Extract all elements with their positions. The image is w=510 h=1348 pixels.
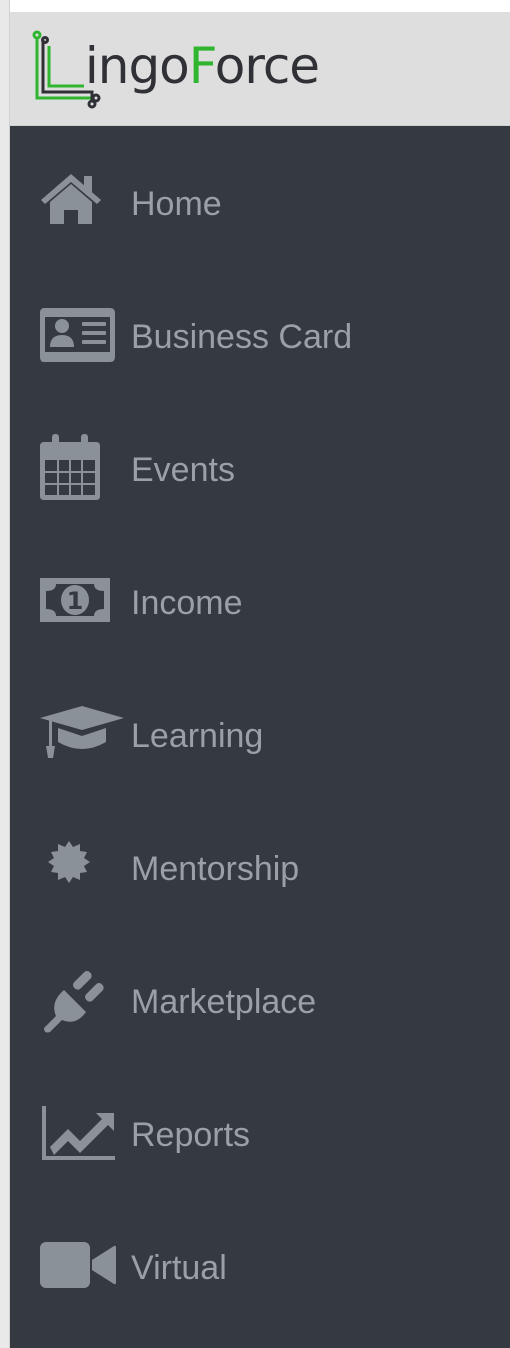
top-strip (0, 0, 510, 12)
id-card-icon (40, 308, 115, 362)
sidebar-item-income[interactable]: 1 Income (10, 553, 510, 653)
sidebar-item-label: Mentorship (131, 850, 300, 888)
app-frame: LingoForce Home (0, 0, 510, 1348)
money-bill-icon: 1 (40, 578, 110, 622)
sidebar-item-business-card[interactable]: Business Card (10, 287, 510, 387)
window-edge (0, 0, 10, 1348)
home-icon (41, 174, 101, 224)
sidebar-item-label: Learning (131, 717, 264, 755)
sidebar-item-label: Virtual (131, 1249, 227, 1287)
logo-letter-l: L (58, 37, 85, 95)
logo-letter-f: F (188, 37, 216, 95)
sidebar-header: LingoForce (10, 12, 510, 126)
logo-text-orce: orce (214, 37, 320, 95)
sidebar-item-label: Home (131, 185, 222, 223)
svg-text:1: 1 (67, 587, 84, 615)
logo-wordmark: LingoForce (58, 36, 320, 96)
video-icon (40, 1242, 116, 1288)
calendar-icon (40, 434, 100, 500)
plug-icon (44, 971, 104, 1033)
sidebar-item-mentorship[interactable]: Mentorship (10, 819, 510, 919)
sidebar-nav: Home Business Card Events 1 Income Learn… (10, 126, 510, 1348)
certificate-icon (48, 841, 90, 883)
graduation-cap-icon (40, 706, 124, 758)
sidebar-item-marketplace[interactable]: Marketplace (10, 952, 510, 1052)
sidebar-item-learning[interactable]: Learning (10, 686, 510, 786)
sidebar-item-home[interactable]: Home (10, 154, 510, 254)
sidebar-item-label: Reports (131, 1116, 251, 1154)
lingoforce-logo[interactable]: LingoForce (32, 30, 342, 112)
sidebar-item-virtual[interactable]: Virtual (10, 1218, 510, 1318)
sidebar-item-label: Business Card (131, 318, 353, 356)
chart-line-icon (42, 1106, 115, 1160)
sidebar-item-events[interactable]: Events (10, 420, 510, 520)
sidebar-item-label: Events (131, 451, 235, 489)
sidebar-item-label: Income (131, 584, 243, 622)
sidebar-item-reports[interactable]: Reports (10, 1085, 510, 1185)
logo-text-ingo: ingo (84, 37, 190, 95)
sidebar-item-label: Marketplace (131, 983, 317, 1021)
